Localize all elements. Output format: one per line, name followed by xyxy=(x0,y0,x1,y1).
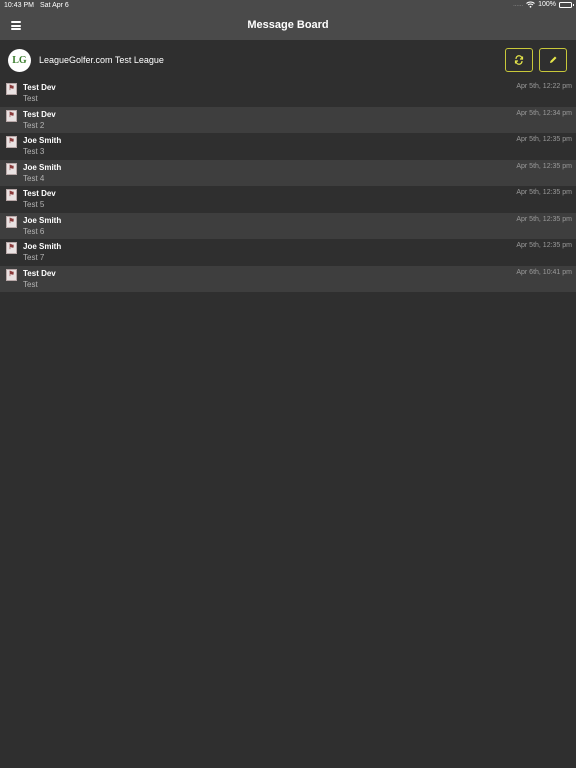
compose-button[interactable] xyxy=(539,48,567,72)
message-avatar-icon: ⚑ xyxy=(6,268,17,281)
message-timestamp: Apr 6th, 10:41 pm xyxy=(516,268,572,276)
message-author: Test Dev xyxy=(23,268,56,278)
wifi-icon xyxy=(526,1,535,8)
message-row[interactable]: ⚑ Joe Smith Test 3 Apr 5th, 12:35 pm xyxy=(0,133,576,160)
message-row[interactable]: ⚑ Joe Smith Test 7 Apr 5th, 12:35 pm xyxy=(0,239,576,266)
message-row[interactable]: ⚑ Joe Smith Test 4 Apr 5th, 12:35 pm xyxy=(0,159,576,186)
message-row[interactable]: ⚑ Test Dev Test 2 Apr 5th, 12:34 pm xyxy=(0,106,576,133)
message-author: Joe Smith xyxy=(23,136,62,145)
refresh-button[interactable] xyxy=(505,48,533,72)
message-timestamp: Apr 5th, 12:35 pm xyxy=(516,215,572,223)
message-avatar-icon: ⚑ xyxy=(6,242,17,254)
message-avatar-icon: ⚑ xyxy=(6,162,17,175)
message-avatar-icon: ⚑ xyxy=(6,189,17,201)
nav-bar: Message Board xyxy=(0,12,576,40)
message-timestamp: Apr 5th, 12:35 pm xyxy=(516,162,572,170)
message-body: Test 4 xyxy=(23,173,45,183)
message-timestamp: Apr 5th, 12:35 pm xyxy=(516,242,572,249)
league-header: LG LeagueGolfer.com Test League xyxy=(0,40,576,80)
message-author: Joe Smith xyxy=(23,215,62,225)
message-body: Test xyxy=(23,94,38,103)
message-avatar-icon: ⚑ xyxy=(6,83,17,95)
message-body: Test 3 xyxy=(23,147,45,156)
message-row[interactable]: ⚑ Test Dev Test 5 Apr 5th, 12:35 pm xyxy=(0,186,576,213)
message-author: Test Dev xyxy=(23,189,56,198)
battery-percent: 100% xyxy=(538,1,556,8)
message-list: ⚑ Test Dev Test Apr 5th, 12:22 pm ⚑ Test Dev T… xyxy=(0,80,576,292)
message-timestamp: Apr 5th, 12:35 pm xyxy=(516,189,572,196)
league-logo-text: LG xyxy=(12,55,27,66)
league-logo: LG xyxy=(8,49,31,72)
battery-icon xyxy=(559,1,574,8)
league-name: LeagueGolfer.com Test League xyxy=(39,55,164,65)
status-time: 10:43 PM xyxy=(4,2,34,9)
message-body: Test 7 xyxy=(23,253,45,262)
message-author: Test Dev xyxy=(23,109,56,119)
message-row[interactable]: ⚑ Joe Smith Test 6 Apr 5th, 12:35 pm xyxy=(0,212,576,239)
status-date: Sat Apr 6 xyxy=(40,2,69,9)
page-title: Message Board xyxy=(247,19,329,31)
message-avatar-icon: ⚑ xyxy=(6,109,17,122)
status-bar: 10:43 PM Sat Apr 6 ...... 100% xyxy=(0,0,576,12)
message-timestamp: Apr 5th, 12:22 pm xyxy=(516,83,572,90)
message-body: Test 5 xyxy=(23,200,45,209)
status-right: ...... 100% xyxy=(513,1,574,8)
message-body: Test 6 xyxy=(23,226,45,236)
refresh-icon xyxy=(514,55,524,65)
message-timestamp: Apr 5th, 12:35 pm xyxy=(516,136,572,143)
message-author: Test Dev xyxy=(23,83,56,92)
message-timestamp: Apr 5th, 12:34 pm xyxy=(516,109,572,117)
pencil-icon xyxy=(550,56,557,63)
message-body: Test 2 xyxy=(23,120,45,130)
message-row[interactable]: ⚑ Test Dev Test Apr 6th, 10:41 pm xyxy=(0,265,576,292)
message-author: Joe Smith xyxy=(23,162,62,172)
signal-indicator: ...... xyxy=(513,1,524,8)
message-body: Test xyxy=(23,279,38,289)
message-row[interactable]: ⚑ Test Dev Test Apr 5th, 12:22 pm xyxy=(0,80,576,107)
message-avatar-icon: ⚑ xyxy=(6,136,17,148)
message-author: Joe Smith xyxy=(23,242,62,251)
message-avatar-icon: ⚑ xyxy=(6,215,17,228)
